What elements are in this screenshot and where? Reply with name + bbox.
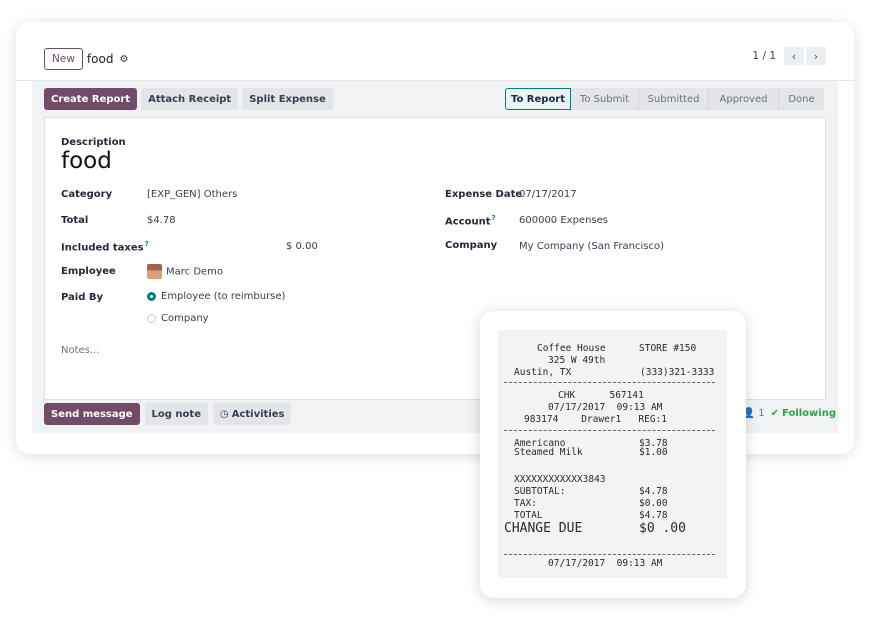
check-icon: ✔ [770,408,780,419]
receipt-preview-card: Coffee House STORE #150 325 W 49th Austi… [480,311,746,598]
employee-label: Employee [61,266,116,277]
next-record-button[interactable]: › [806,47,826,65]
receipt-city: Austin, TX [514,367,572,378]
category-field[interactable]: [EXP_GEN] Others [147,189,237,200]
expense-date-field[interactable]: 07/17/2017 [519,189,577,200]
total-field[interactable]: $4.78 [147,215,176,226]
record-title: food [86,52,114,66]
breadcrumb: New food ⚙ [44,47,128,71]
paid-by-option-employee: Employee (to reimburse) [161,291,286,302]
receipt-address: 325 W 49th [548,355,606,366]
stage-to-report[interactable]: To Report [505,88,571,110]
included-taxes-label: Included taxes? [61,240,149,253]
receipt-card-number: XXXXXXXXXXXX3843 [514,474,606,485]
receipt-change-value: $0 .00 [639,521,686,536]
receipt-change-label: CHANGE DUE [504,521,583,536]
previous-record-button[interactable]: ‹ [784,47,804,65]
paid-by-employee-radio[interactable]: Employee (to reimburse) [147,291,285,302]
stage-approved[interactable]: Approved [709,88,779,110]
account-text: Account [445,216,491,228]
help-tooltip-icon[interactable]: ? [145,240,149,248]
receipt-store-number: STORE #150 [639,343,697,354]
avatar [147,264,162,279]
receipt-phone: (333)321-3333 [640,367,715,378]
followers-count-value: 1 [758,408,765,419]
receipt-divider [504,382,715,383]
paid-by-company-radio[interactable]: Company [147,313,209,324]
receipt-tax-label: TAX: [514,498,537,509]
company-field[interactable]: My Company (San Francisco) [519,241,664,252]
receipt-subtotal-label: SUBTOTAL: [514,486,566,497]
receipt-footer-datetime: 07/17/2017 09:13 AM [548,558,663,569]
receipt-total-label: TOTAL [514,510,543,521]
following-button[interactable]: Following [782,408,836,419]
total-label: Total [61,215,89,226]
category-label: Category [61,189,113,200]
paid-by-label: Paid By [61,292,104,303]
description-input[interactable]: food [61,148,112,174]
send-message-button[interactable]: Send message [44,403,140,425]
notes-field[interactable]: Notes... [61,345,99,356]
paid-by-option-company: Company [161,313,209,324]
company-label: Company [445,240,498,251]
create-report-button[interactable]: Create Report [44,88,138,110]
gear-icon[interactable]: ⚙ [119,54,128,65]
account-field[interactable]: 600000 Expenses [519,215,608,226]
employee-field[interactable]: Marc Demo [147,264,223,279]
activities-label: Activities [231,408,285,420]
log-note-button[interactable]: Log note [144,403,208,425]
receipt-subtotal-value: $4.78 [639,486,668,497]
receipt-item-price: $1.00 [639,447,668,458]
new-button[interactable]: New [44,48,83,70]
receipt-item-name: Steamed Milk [514,447,583,458]
status-bar: To Report To Submit Submitted Approved D… [505,88,824,110]
clock-icon: ◷ [219,408,229,420]
split-expense-button[interactable]: Split Expense [242,88,333,110]
stage-submitted[interactable]: Submitted [639,88,709,110]
radio-unselected-icon [147,313,156,323]
follow-area: 👤 1 ✔ Following [743,408,836,419]
radio-selected-icon [147,291,156,301]
help-tooltip-icon[interactable]: ? [491,214,495,222]
receipt-divider [504,554,715,555]
chatter-toolbar: Send message Log note ◷ Activities [44,403,296,425]
action-toolbar: Create Report Attach Receipt Split Expen… [44,88,337,110]
stage-to-submit[interactable]: To Submit [571,88,639,110]
stage-done[interactable]: Done [779,88,824,110]
account-label: Account? [445,214,496,227]
receipt-image: Coffee House STORE #150 325 W 49th Austi… [498,330,727,578]
receipt-datetime: 07/17/2017 09:13 AM [548,402,663,413]
expense-date-label: Expense Date [445,189,523,200]
activities-button[interactable]: ◷ Activities [212,403,292,425]
receipt-shop-name: Coffee House [537,343,606,354]
description-label: Description [61,137,126,148]
receipt-tax-value: $0.00 [639,498,668,509]
receipt-total-value: $4.78 [639,510,668,521]
receipt-divider [504,430,715,431]
receipt-check: CHK 567141 [558,390,644,401]
pager: 1 / 1 ‹ › [752,47,826,65]
included-taxes-value: $ 0.00 [286,241,318,252]
receipt-drawer: 983174 Drawer1 REG:1 [524,414,667,425]
included-taxes-text: Included taxes [61,242,144,254]
attach-receipt-button[interactable]: Attach Receipt [141,88,239,110]
pager-count: 1 / 1 [752,50,776,62]
employee-name: Marc Demo [166,266,224,278]
